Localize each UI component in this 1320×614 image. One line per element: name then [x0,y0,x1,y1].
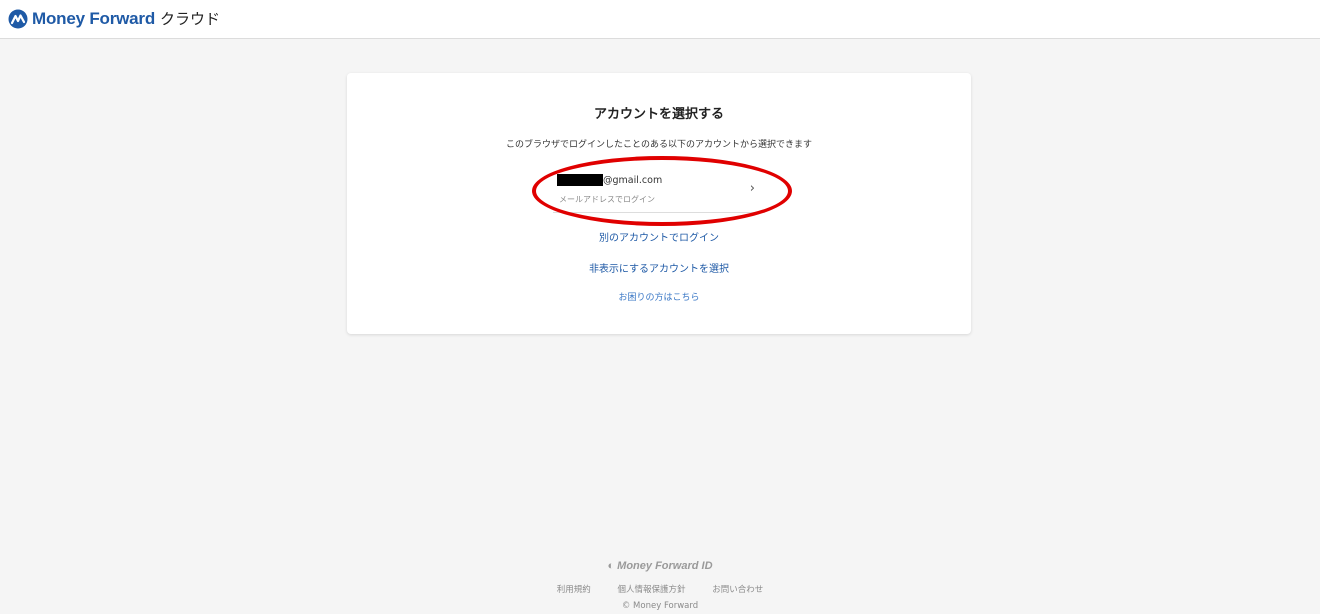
redacted-username [557,174,603,186]
account-email: @gmail.com [557,174,662,186]
page-title: アカウントを選択する [593,107,724,122]
account-email-domain: @gmail.com [603,174,663,186]
page-description: このブラウザでログインしたことのある以下のアカウントから選択できます [506,140,812,150]
footer-link-contact[interactable]: お問い合わせ [712,585,763,595]
footer-logo-icon: ◐ [607,560,618,572]
chevron-right-icon: › [749,181,755,196]
brand-name: Money Forward [32,8,156,28]
footer-link-privacy[interactable]: 個人情報保護方針 [617,585,685,595]
footer-link-terms[interactable]: 利用規約 [557,585,591,595]
login-other-account-link[interactable]: 別のアカウントでログイン [347,229,971,244]
help-link[interactable]: お困りの方はこちら [347,290,971,303]
account-list-item[interactable]: @gmail.com メールアドレスでログイン › [553,168,765,213]
footer-brand: ◐ Money Forward ID [0,560,1320,572]
top-header: Money Forward クラウド [0,0,1320,39]
account-login-method: メールアドレスでログイン [559,195,655,204]
footer-brand-name: Money Forward ID [617,560,713,572]
brand-suffix: クラウド [160,10,221,28]
money-forward-logo-icon [8,9,28,28]
copyright: © Money Forward [621,601,699,611]
hide-accounts-link[interactable]: 非表示にするアカウントを選択 [347,260,971,275]
footer-links: 利用規約 個人情報保護方針 お問い合わせ [0,583,1320,595]
brand-logo[interactable]: Money Forward クラウド [8,8,220,29]
account-select-card: アカウントを選択する このブラウザでログインしたことのある以下のアカウントから選… [347,73,971,334]
